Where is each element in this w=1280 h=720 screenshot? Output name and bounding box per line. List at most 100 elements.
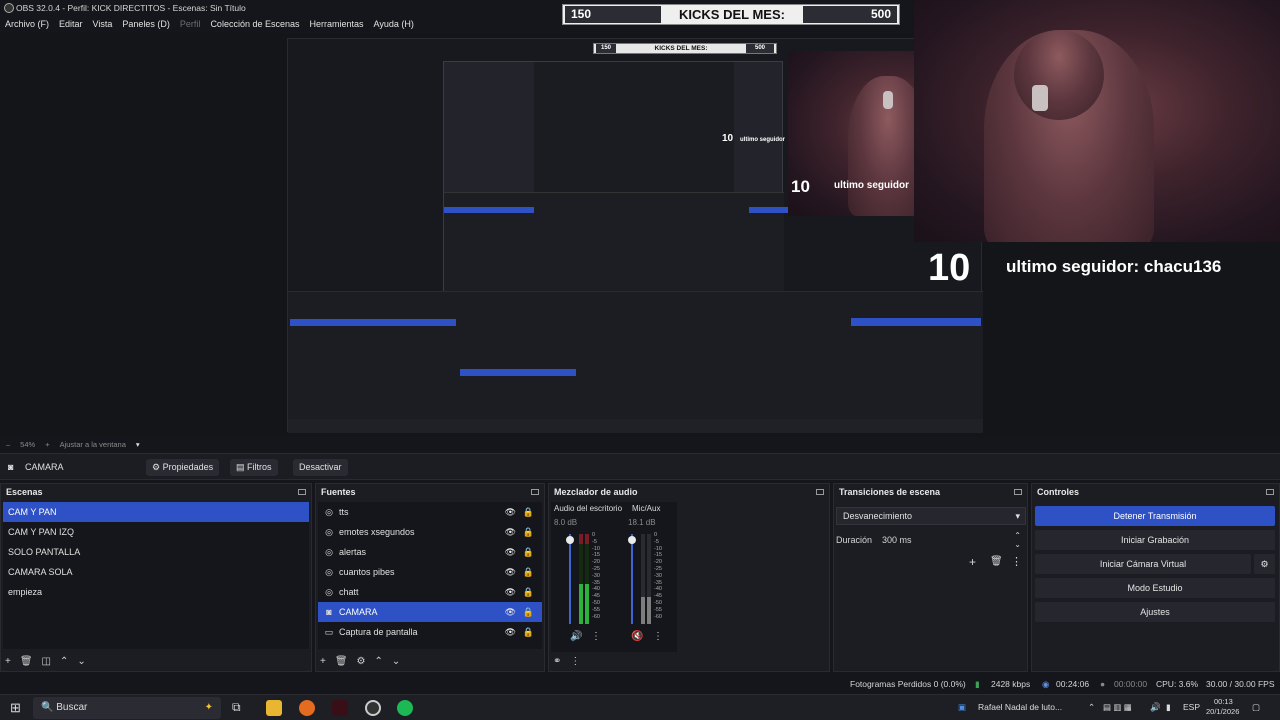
lock-icon[interactable]: 🔒	[523, 502, 534, 522]
transition-select[interactable]: Desvanecimiento ▾	[836, 507, 1026, 525]
source-item[interactable]: ◎ emotes xsegundos 👁 🔒	[318, 522, 542, 542]
speaker-icon[interactable]: 🔊	[570, 631, 582, 642]
eye-icon[interactable]: 👁	[505, 502, 516, 522]
tray-chevron-icon[interactable]: ⌃	[1088, 702, 1095, 713]
menu-perfil[interactable]: Perfil	[180, 17, 201, 33]
source-item[interactable]: ◙ CAMARA 👁 🔒	[318, 602, 542, 622]
popout-icon[interactable]	[1266, 489, 1274, 495]
menu-coleccion-escenas[interactable]: Colección de Escenas	[210, 17, 299, 33]
more-icon[interactable]: ⋮	[570, 656, 580, 667]
source-item[interactable]: ◎ alertas 👁 🔒	[318, 542, 542, 562]
duration-field[interactable]: 300 ms ⌃ ⌄	[878, 531, 1026, 549]
filter-icon[interactable]: ◫	[42, 656, 51, 667]
menu-vista[interactable]: Vista	[93, 17, 113, 33]
more-icon[interactable]: ⋮	[591, 631, 601, 642]
news-icon[interactable]: ▣	[958, 702, 966, 713]
properties-button[interactable]: ⚙ Propiedades	[146, 459, 220, 476]
menu-herramientas[interactable]: Herramientas	[310, 17, 364, 33]
scene-item[interactable]: SOLO PANTALLA	[3, 542, 309, 562]
popout-icon[interactable]	[1014, 489, 1022, 495]
news-headline[interactable]: Rafael Nadal de luto...	[978, 702, 1062, 712]
volume-icon[interactable]: 🔊	[1150, 702, 1161, 713]
start-recording-button[interactable]: Iniciar Grabación	[1035, 530, 1275, 550]
taskbar: ⊞ 🔍 Buscar ✦ ⧉ ▣ Rafael Nadal de luto... …	[0, 694, 1280, 720]
taskbar-search[interactable]: 🔍 Buscar ✦	[33, 697, 221, 719]
app-icon[interactable]	[332, 700, 348, 716]
arrow-up-icon[interactable]: ⌃	[375, 656, 383, 667]
source-item[interactable]: ◎ chatt 👁 🔒	[318, 582, 542, 602]
trash-icon[interactable]: 🗑	[20, 656, 33, 667]
menu-editar[interactable]: Editar	[59, 17, 83, 33]
language-indicator[interactable]: ESP	[1183, 702, 1200, 712]
link-icon[interactable]: ⚭	[553, 656, 561, 667]
menu-archivo[interactable]: Archivo (F)	[5, 17, 49, 33]
popout-icon[interactable]	[816, 489, 824, 495]
browser-app-icon[interactable]	[299, 700, 315, 716]
fps: 30.00 / 30.00 FPS	[1206, 679, 1275, 689]
mic-volume-knob[interactable]	[628, 536, 636, 544]
arrow-down-icon[interactable]: ⌄	[77, 656, 85, 667]
spin-down-icon[interactable]: ⌄	[1014, 536, 1021, 554]
settings-button[interactable]: Ajustes	[1035, 602, 1275, 622]
task-view-icon[interactable]: ⧉	[232, 700, 241, 715]
add-icon[interactable]: +	[969, 555, 976, 569]
lock-icon[interactable]: 🔒	[523, 562, 534, 582]
tray-apps-icon[interactable]: ▤ ▥ ▦	[1103, 702, 1132, 713]
clock-date[interactable]: 20/1/2026	[1206, 707, 1239, 716]
eye-icon[interactable]: 👁	[505, 562, 516, 582]
scene-item[interactable]: CAM Y PAN IZQ	[3, 522, 309, 542]
trash-icon[interactable]: 🗑	[990, 556, 1003, 567]
popout-icon[interactable]	[531, 489, 539, 495]
deactivate-button[interactable]: Desactivar	[293, 459, 348, 476]
eye-icon[interactable]: 👁	[505, 582, 516, 602]
zoom-out-button[interactable]: –	[6, 440, 10, 449]
scene-item[interactable]: CAMARA SOLA	[3, 562, 309, 582]
obs-icon[interactable]	[365, 700, 381, 716]
eye-icon[interactable]: 👁	[505, 522, 516, 542]
file-explorer-icon[interactable]	[266, 700, 282, 716]
add-icon[interactable]: +	[320, 656, 326, 667]
meter-tick: -60	[654, 613, 662, 620]
clock-time[interactable]: 00:13	[1214, 697, 1233, 706]
eye-icon[interactable]: 👁	[505, 602, 516, 622]
mic-volume-slider[interactable]	[631, 534, 633, 624]
source-item[interactable]: ◎ cuantos pibes 👁 🔒	[318, 562, 542, 582]
mic-muted-icon[interactable]: 🔇	[631, 631, 643, 642]
source-item[interactable]: ◎ tts 👁 🔒	[318, 502, 542, 522]
lock-icon[interactable]: 🔒	[523, 582, 534, 602]
filters-button[interactable]: ▤ Filtros	[230, 459, 278, 476]
more-icon[interactable]: ⋮	[1011, 555, 1022, 568]
lock-icon[interactable]: 🔒	[523, 602, 534, 622]
menu-paneles[interactable]: Paneles (D)	[122, 17, 170, 33]
source-item[interactable]: ▭ Captura de pantalla 👁 🔒	[318, 622, 542, 642]
network-icon[interactable]: ▮	[1166, 702, 1171, 713]
eye-icon[interactable]: 👁	[505, 542, 516, 562]
studio-mode-button[interactable]: Modo Estudio	[1035, 578, 1275, 598]
scene-item[interactable]: CAM Y PAN	[3, 502, 309, 522]
popout-icon[interactable]	[298, 489, 306, 495]
desktop-volume-slider[interactable]	[569, 534, 571, 624]
notification-icon[interactable]: ▢	[1252, 702, 1260, 713]
trash-icon[interactable]: 🗑	[335, 656, 348, 667]
lock-icon[interactable]: 🔒	[523, 542, 534, 562]
arrow-up-icon[interactable]: ⌃	[60, 656, 68, 667]
lock-icon[interactable]: 🔒	[523, 522, 534, 542]
vcam-gear-icon[interactable]: ⚙	[1254, 554, 1275, 574]
lock-icon[interactable]: 🔒	[523, 622, 534, 642]
nested-follower-label-small: ultimo seguidor	[740, 137, 785, 143]
add-icon[interactable]: +	[5, 656, 11, 667]
gear-icon[interactable]: ⚙	[357, 656, 366, 667]
desktop-volume-knob[interactable]	[566, 536, 574, 544]
eye-icon[interactable]: 👁	[505, 622, 516, 642]
fit-window-button[interactable]: Ajustar a la ventana	[60, 440, 126, 449]
start-virtual-camera-button[interactable]: Iniciar Cámara Virtual	[1035, 554, 1251, 574]
menu-ayuda[interactable]: Ayuda (H)	[374, 17, 414, 33]
stop-stream-button[interactable]: Detener Transmisión	[1035, 506, 1275, 526]
scene-item[interactable]: empieza	[3, 582, 309, 602]
more-icon[interactable]: ⋮	[653, 631, 663, 642]
zoom-in-button[interactable]: +	[45, 440, 49, 449]
spotify-icon[interactable]	[397, 700, 413, 716]
arrow-down-icon[interactable]: ⌄	[392, 656, 400, 667]
zoom-dropdown-icon[interactable]: ▾	[136, 440, 140, 449]
windows-start-icon[interactable]: ⊞	[10, 700, 21, 716]
